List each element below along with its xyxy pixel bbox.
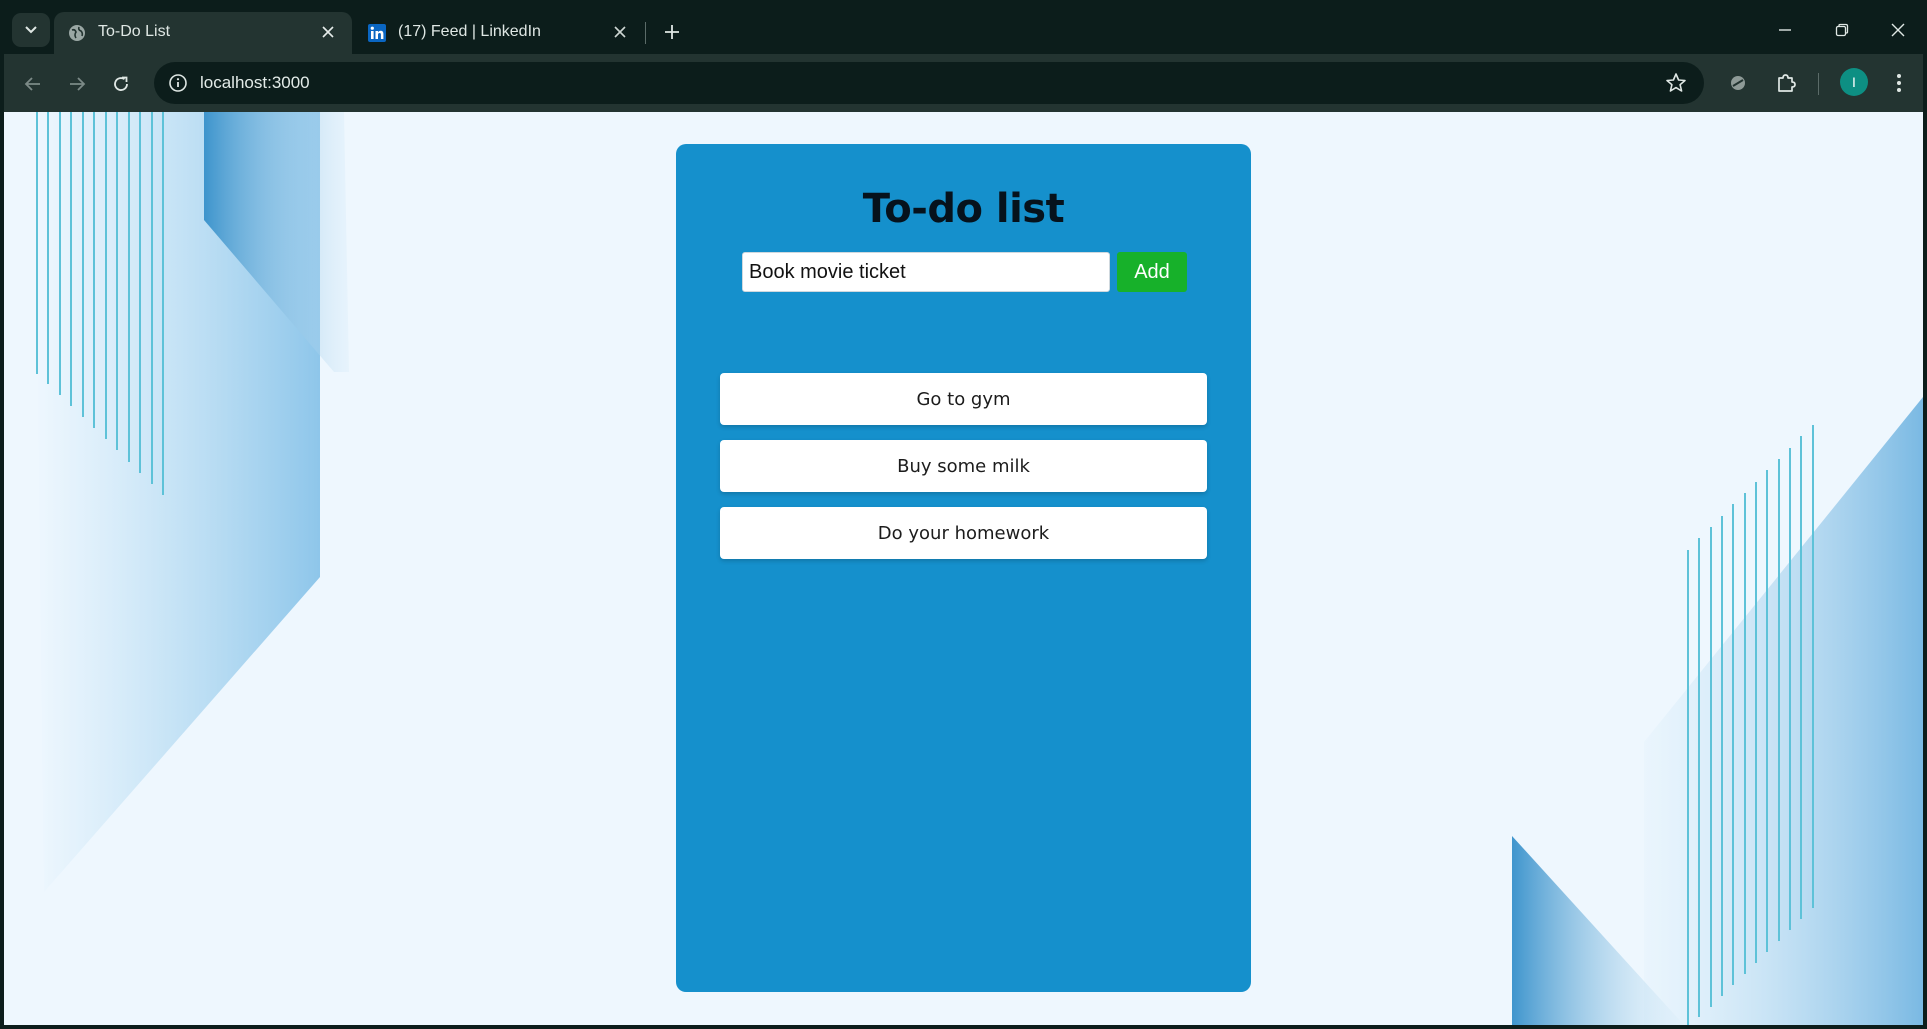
reload-button[interactable] (104, 67, 138, 101)
close-tab-button[interactable] (318, 22, 338, 42)
extensions-menu-button[interactable] (1772, 69, 1800, 97)
restore-button[interactable] (1822, 14, 1862, 46)
close-icon (614, 26, 626, 38)
plus-icon (665, 25, 679, 39)
browser-menu-button[interactable] (1885, 69, 1913, 97)
new-todo-input[interactable] (742, 252, 1110, 292)
browser-toolbar: localhost:3000 I (4, 54, 1923, 112)
reload-icon (114, 76, 128, 91)
page-viewport: To-do list Add Go to gym Buy some milk D… (4, 112, 1923, 1025)
toolbar-divider (1818, 73, 1819, 95)
extension-button[interactable] (1724, 69, 1752, 97)
more-vertical-icon (1897, 74, 1901, 92)
todo-item[interactable]: Go to gym (720, 373, 1207, 425)
minimize-button[interactable] (1765, 14, 1805, 46)
close-icon (1891, 23, 1905, 37)
address-text: localhost:3000 (200, 73, 310, 92)
tab-divider (645, 22, 646, 44)
todo-item[interactable]: Do your homework (720, 507, 1207, 559)
todo-card: To-do list Add Go to gym Buy some milk D… (676, 144, 1251, 992)
tab-title: (17) Feed | LinkedIn (398, 23, 541, 40)
tab-linkedin-feed[interactable]: (17) Feed | LinkedIn (354, 12, 644, 54)
arrow-right-icon (70, 77, 86, 91)
linkedin-icon (368, 24, 386, 42)
minimize-icon (1779, 29, 1791, 31)
page-title: To-do list (862, 186, 1065, 232)
site-info-icon[interactable] (168, 73, 188, 93)
arrow-left-icon (24, 77, 40, 91)
star-icon[interactable] (1664, 71, 1688, 95)
address-bar[interactable]: localhost:3000 (154, 62, 1704, 104)
close-tab-button[interactable] (610, 22, 630, 42)
tab-title: To-Do List (98, 23, 171, 40)
chevron-down-icon (25, 26, 37, 34)
globe-icon (69, 25, 85, 41)
close-window-button[interactable] (1878, 14, 1918, 46)
profile-avatar[interactable]: I (1840, 68, 1868, 96)
puzzle-icon (1778, 74, 1796, 92)
new-tab-button[interactable] (656, 16, 688, 48)
extension-logo-icon (1731, 76, 1745, 90)
restore-icon (1835, 23, 1849, 37)
todo-item[interactable]: Buy some milk (720, 440, 1207, 492)
back-button[interactable] (16, 67, 50, 101)
close-icon (322, 26, 334, 38)
forward-button[interactable] (60, 67, 94, 101)
tab-todo-list[interactable]: To-Do List (54, 12, 352, 54)
tab-strip: To-Do List (17) Feed | LinkedIn (4, 4, 1923, 54)
add-button[interactable]: Add (1117, 252, 1187, 292)
tab-search-button[interactable] (12, 13, 50, 47)
